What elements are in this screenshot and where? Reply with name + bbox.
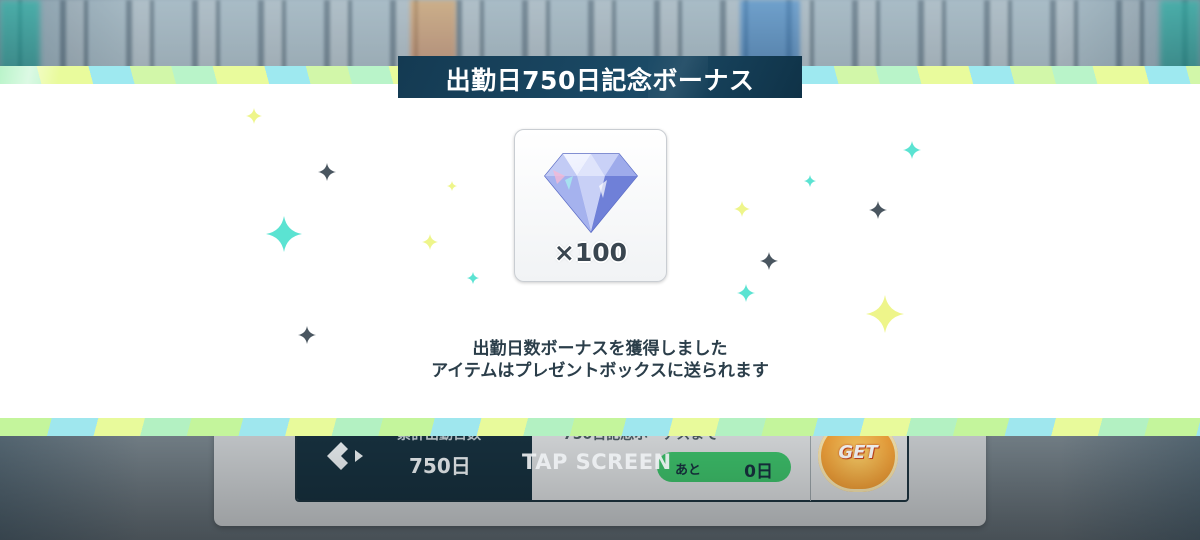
diamond-arrow-icon [327, 440, 367, 478]
reward-item-card: ×100 [514, 129, 667, 282]
tap-screen-area[interactable]: 累計出勤日数 750日 750日記念ボーナスまで あと 0日 GET TAP S… [0, 0, 1200, 540]
sparkle-icon [737, 284, 755, 302]
sparkle-icon [804, 175, 816, 187]
sparkle-icon [866, 295, 904, 333]
sparkle-icon [903, 141, 921, 159]
sparkle-icon [734, 201, 750, 217]
bonus-title-plate: 出勤日750日記念ボーナス [398, 56, 802, 98]
get-badge-label: GET [838, 442, 878, 463]
sparkle-icon [318, 163, 336, 181]
cumulative-days-value: 750日 [409, 454, 471, 478]
sparkle-icon [467, 272, 479, 284]
remaining-days-pill: あと 0日 [657, 452, 791, 482]
bonus-message-line2: アイテムはプレゼントボックスに送られます [431, 361, 769, 381]
sparkle-icon [246, 108, 262, 124]
remaining-prefix: あと [675, 463, 702, 478]
diamond-gem-icon [544, 153, 638, 234]
banner-bottom-stripes [0, 418, 1200, 436]
reward-quantity: ×100 [553, 238, 628, 267]
sparkle-icon [760, 252, 778, 270]
background-sign-blue [740, 0, 800, 62]
sparkle-icon [869, 201, 887, 219]
sparkle-icon [266, 216, 302, 252]
sparkle-icon [447, 181, 457, 191]
sparkle-icon [422, 234, 438, 250]
bonus-message-line1: 出勤日数ボーナスを獲得しました [472, 339, 728, 359]
tap-screen-hint: TAP SCREEN [522, 450, 672, 474]
remaining-days-value: 0日 [744, 462, 773, 482]
bonus-message: 出勤日数ボーナスを獲得しました アイテムはプレゼントボックスに送られます [0, 338, 1200, 382]
bonus-title: 出勤日750日記念ボーナス [445, 66, 755, 95]
